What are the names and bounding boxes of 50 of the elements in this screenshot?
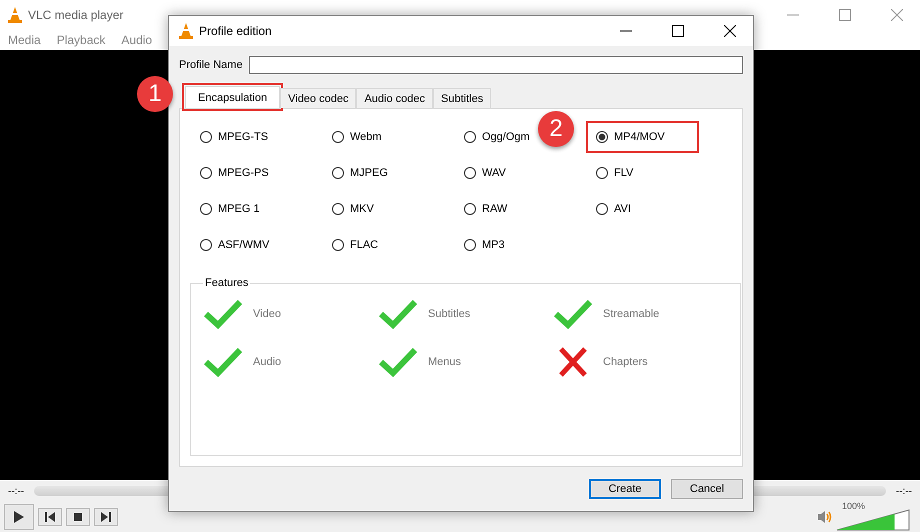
menu-item[interactable]: Media (8, 33, 41, 47)
radio-option[interactable]: RAW (464, 201, 512, 217)
create-button[interactable]: Create (589, 479, 661, 499)
cone-icon (179, 23, 193, 39)
elapsed-time: --:-- (8, 486, 24, 496)
menu-item[interactable]: Playback (56, 33, 106, 47)
window-title: VLC media player (28, 8, 124, 22)
radio-option[interactable]: MP3 (464, 237, 509, 253)
feature-label: Video (253, 308, 281, 320)
speaker-icon[interactable] (818, 510, 832, 524)
previous-icon (45, 512, 55, 522)
profile-name-label: Profile Name (179, 59, 243, 71)
step-badge: 2 (538, 111, 574, 147)
feature-label: Streamable (603, 308, 660, 320)
radio-option[interactable]: Webm (332, 129, 386, 145)
remaining-time: --:-- (896, 486, 912, 496)
radio-option[interactable]: MPEG-PS (200, 165, 273, 181)
radio-option[interactable]: Ogg/Ogm (464, 129, 534, 145)
radio-option[interactable]: FLV (596, 165, 638, 181)
radio-option[interactable]: AVI (596, 201, 635, 217)
feature-label: Audio (253, 356, 282, 368)
tab[interactable]: Encapsulation (185, 86, 280, 108)
feature-label: Subtitles (428, 308, 470, 320)
stop-icon (74, 513, 82, 521)
menu-item[interactable]: Audio (121, 33, 152, 47)
tab[interactable]: Audio codec (356, 88, 434, 108)
radio-option[interactable]: MKV (332, 201, 378, 217)
previous-button[interactable] (38, 508, 62, 526)
play-icon (14, 511, 24, 523)
radio-option[interactable]: WAV (464, 165, 510, 181)
cancel-button[interactable]: Cancel (671, 479, 743, 499)
tab[interactable]: Subtitles (433, 88, 492, 108)
radio-option[interactable]: MPEG-TS (200, 129, 272, 145)
volume-reading: 100% (842, 501, 866, 511)
group-title: Features (204, 277, 250, 289)
feature-label: Menus (428, 356, 462, 368)
dialog-title: Profile edition (199, 24, 272, 38)
play-button[interactable] (4, 504, 34, 530)
feature-label: Chapters (603, 356, 648, 368)
radio-option[interactable]: MJPEG (332, 165, 392, 181)
next-icon (101, 512, 111, 522)
radio-option[interactable]: FLAC (332, 237, 382, 253)
next-button[interactable] (94, 508, 118, 526)
stop-button[interactable] (66, 508, 90, 526)
profile-name-field[interactable] (248, 56, 743, 74)
radio-option[interactable]: MPEG 1 (200, 201, 264, 217)
radio-option[interactable]: ASF/WMV (200, 237, 274, 253)
tab[interactable]: Video codec (280, 88, 356, 108)
volume-slider[interactable] (836, 509, 910, 531)
cone-icon (8, 7, 22, 23)
